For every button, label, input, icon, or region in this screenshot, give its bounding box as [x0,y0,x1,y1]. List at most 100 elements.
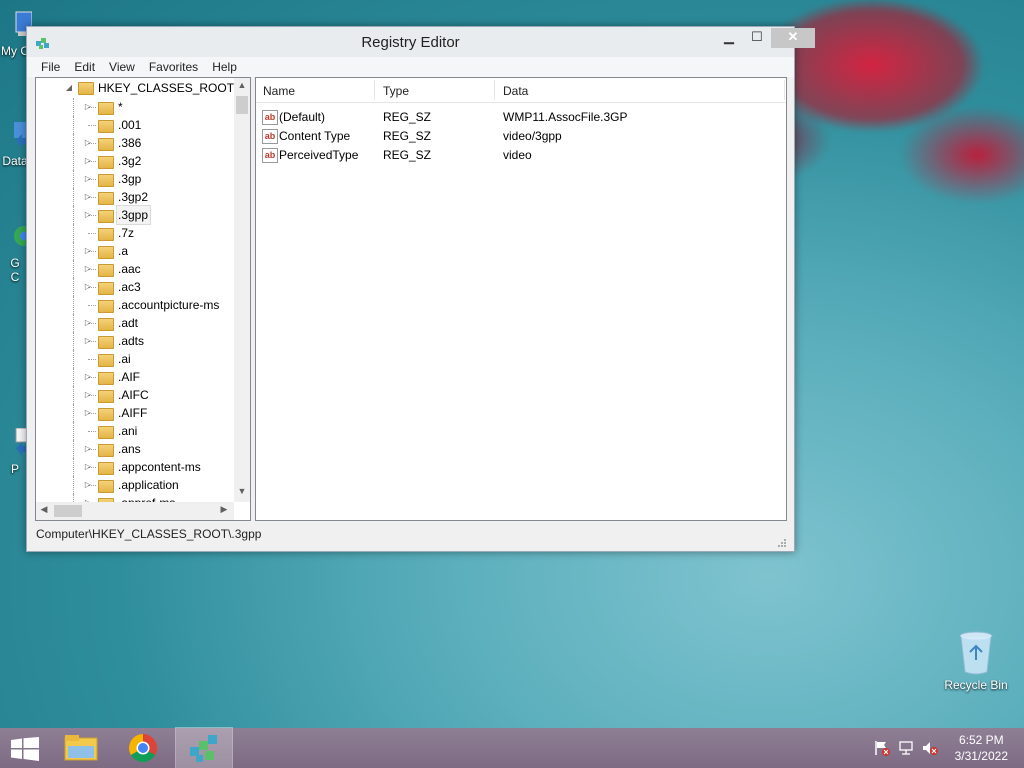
taskbar-registry-editor[interactable] [175,727,233,768]
list-row[interactable]: ab (Default) REG_SZ WMP11.AssocFile.3GP [256,107,786,126]
network-icon[interactable] [898,740,914,756]
folder-icon [98,156,114,169]
column-header-name[interactable]: Name [263,84,295,98]
menu-edit[interactable]: Edit [67,57,102,74]
tree-item[interactable]: ▷ .3gp2 [36,188,234,206]
minimize-button[interactable]: ▁ [715,28,743,48]
tree-item-label: * [118,100,123,114]
taskbar-file-explorer[interactable] [54,728,110,768]
tree-root-item[interactable]: ◢ HKEY_CLASSES_ROOT [36,78,234,98]
desktop-icon-label: Recycle Bin [944,678,1008,692]
tree-scroll-area[interactable]: ◢ HKEY_CLASSES_ROOT ▷ * .001 ▷ .386 ▷ .3g2 ▷ .3g… [36,78,234,502]
desktop-icon-recycle-bin[interactable]: Recycle Bin [940,630,1012,692]
scroll-up-arrow-icon[interactable]: ▲ [234,80,250,90]
tree-item[interactable]: ▷ .3gpp [36,205,234,225]
tree-item[interactable]: ▷ .appcontent-ms [36,458,234,476]
expand-arrow-icon[interactable]: ▷ [83,242,93,260]
tree-item[interactable]: .accountpicture-ms [36,296,234,314]
expand-arrow-icon[interactable]: ▷ [83,458,93,476]
recycle-bin-icon [959,631,993,675]
expand-arrow-icon[interactable]: ▷ [83,314,93,332]
tree-item[interactable]: ▷ .adt [36,314,234,332]
tree-item[interactable]: .001 [36,116,234,134]
tree-item[interactable]: ▷ .386 [36,134,234,152]
folder-icon [98,228,114,241]
tree-item-label: .adts [118,334,145,348]
expand-arrow-icon[interactable]: ▷ [83,476,93,494]
tree-item[interactable]: ▷ .appref-ms [36,494,234,502]
tree-connector-line [73,350,74,368]
volume-muted-icon[interactable] [922,740,938,756]
expand-arrow-icon[interactable]: ▷ [83,440,93,458]
menu-favorites[interactable]: Favorites [142,57,205,74]
tree-item[interactable]: ▷ .application [36,476,234,494]
tree-item[interactable]: ▷ .adts [36,332,234,350]
expand-arrow-icon[interactable]: ▷ [83,152,93,170]
expand-arrow-icon[interactable]: ▷ [83,368,93,386]
title-bar[interactable]: Registry Editor ▁ ☐ ✕ [27,27,815,57]
tree-item[interactable]: ▷ .AIFC [36,386,234,404]
column-divider[interactable] [494,80,495,100]
tree-item-label: .adt [118,316,139,330]
taskbar-chrome[interactable] [115,728,171,768]
column-header-type[interactable]: Type [383,84,409,98]
values-list[interactable]: Name Type Data ab (Default) REG_SZ WMP11… [255,77,787,521]
tree-connector-line [73,422,74,440]
folder-icon [98,300,114,313]
menu-help[interactable]: Help [205,57,244,74]
list-row[interactable]: ab PerceivedType REG_SZ video [256,145,786,164]
column-divider[interactable] [784,80,785,100]
close-button[interactable]: ✕ [771,28,815,48]
tree-item[interactable]: ▷ .AIF [36,368,234,386]
expand-arrow-icon[interactable]: ▷ [83,404,93,422]
tree-connector-line [73,242,74,260]
expand-arrow-icon[interactable]: ▷ [83,386,93,404]
column-header-data[interactable]: Data [503,84,528,98]
expand-arrow-icon[interactable]: ▷ [83,170,93,188]
tree-item-label: .ai [118,352,131,366]
resize-grip-icon[interactable] [776,537,786,547]
expand-arrow-icon[interactable]: ▷ [83,260,93,278]
expand-arrow-icon[interactable]: ▷ [83,494,93,502]
tree-connector-line [73,494,74,502]
tree-item[interactable]: .ai [36,350,234,368]
expand-arrow-icon[interactable]: ▷ [83,188,93,206]
window-title: Registry Editor [361,34,460,51]
scroll-right-arrow-icon[interactable]: ▶ [216,504,232,515]
menu-view[interactable]: View [102,57,142,74]
maximize-button[interactable]: ☐ [743,28,771,48]
tree-item[interactable]: .7z [36,224,234,242]
tree-item-label: .3gp [118,172,142,186]
scroll-down-arrow-icon[interactable]: ▼ [234,486,250,496]
tree-connector-line [73,368,74,386]
scroll-left-arrow-icon[interactable]: ◀ [36,504,52,515]
column-divider[interactable] [374,80,375,100]
value-data: WMP11.AssocFile.3GP [503,110,628,124]
tree-vertical-scrollbar[interactable]: ▲ ▼ [234,78,250,502]
tree-item[interactable]: ▷ .AIFF [36,404,234,422]
tree-item[interactable]: .ani [36,422,234,440]
tree-item[interactable]: ▷ .3gp [36,170,234,188]
scroll-thumb[interactable] [236,96,248,114]
scroll-thumb[interactable] [54,505,82,517]
collapse-arrow-icon[interactable]: ◢ [64,79,74,97]
expand-arrow-icon[interactable]: ▷ [83,206,93,224]
tree-item[interactable]: ▷ .aac [36,260,234,278]
action-center-flag-icon[interactable] [874,740,890,756]
expand-arrow-icon[interactable]: ▷ [83,332,93,350]
menu-file[interactable]: File [27,57,67,74]
tree-item[interactable]: ▷ .ans [36,440,234,458]
registry-tree[interactable]: ◢ HKEY_CLASSES_ROOT ▷ * .001 ▷ .386 ▷ .3g2 ▷ .3g… [35,77,251,521]
expand-arrow-icon[interactable]: ▷ [83,134,93,152]
expand-arrow-icon[interactable]: ▷ [83,98,93,116]
tree-horizontal-scrollbar[interactable]: ◀ ▶ [36,502,234,520]
tree-item[interactable]: ▷ .ac3 [36,278,234,296]
taskbar-clock[interactable]: 6:52 PM 3/31/2022 [955,732,1008,764]
tree-item[interactable]: ▷ .a [36,242,234,260]
expand-arrow-icon[interactable]: ▷ [83,278,93,296]
tree-item[interactable]: ▷ .3g2 [36,152,234,170]
list-row[interactable]: ab Content Type REG_SZ video/3gpp [256,126,786,145]
tree-connector-line [73,260,74,278]
tree-item[interactable]: ▷ * [36,98,234,116]
start-button[interactable] [0,728,56,768]
